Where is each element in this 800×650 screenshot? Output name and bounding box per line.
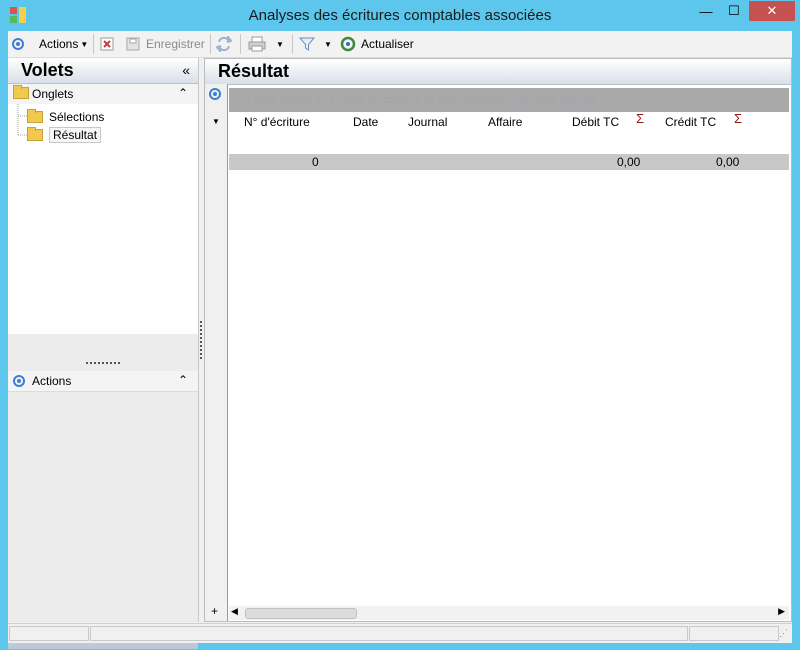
print-dropdown-icon[interactable]: ▼: [276, 35, 284, 53]
column-header-entry-number[interactable]: N° d'écriture: [244, 115, 310, 133]
column-header-debit[interactable]: Débit TC: [572, 115, 619, 133]
print-icon[interactable]: [248, 35, 266, 53]
tree-item-result[interactable]: Résultat: [27, 127, 102, 143]
tabs-section-header[interactable]: Onglets ⌃: [8, 84, 198, 105]
status-cell: [689, 626, 779, 641]
status-bar: ⋰: [8, 623, 792, 643]
panes-header: Volets «: [8, 58, 198, 84]
scroll-right-icon[interactable]: ▶: [778, 606, 785, 617]
chevron-down-icon: ▼: [80, 39, 89, 49]
column-header-date[interactable]: Date: [353, 115, 378, 133]
pane-splitter[interactable]: [86, 362, 120, 364]
status-cell: [9, 626, 89, 641]
sigma-icon[interactable]: Σ: [734, 111, 742, 126]
main-menu-icon[interactable]: [12, 35, 24, 53]
cell-credit: 0,00: [716, 155, 740, 169]
folder-icon: [27, 109, 43, 123]
result-panel: Résultat ▼ + Faites glisser un en-tête d…: [204, 58, 792, 622]
group-by-area[interactable]: Faites glisser un en-tête de colonne ici…: [229, 88, 789, 112]
table-row[interactable]: 0 0,00 0,00: [229, 154, 789, 170]
tabs-section-label: Onglets: [32, 87, 74, 101]
save-label: Enregistrer: [146, 37, 205, 51]
maximize-button[interactable]: ☐: [721, 1, 747, 21]
tabs-tree: Sélections Résultat: [8, 104, 198, 334]
resize-grip-icon[interactable]: ⋰: [779, 628, 788, 639]
minimize-button[interactable]: —: [693, 1, 719, 21]
actions-section-header[interactable]: Actions ⌃: [8, 371, 198, 392]
panes-title: Volets: [21, 60, 74, 80]
title-bar[interactable]: Analyses des écritures comptables associ…: [0, 0, 800, 31]
collapse-section-icon[interactable]: ⌃: [178, 86, 188, 100]
result-header: Résultat: [205, 59, 791, 85]
save-button[interactable]: Enregistrer: [126, 35, 205, 53]
column-header-journal[interactable]: Journal: [408, 115, 447, 133]
filter-icon[interactable]: [299, 35, 315, 53]
sigma-icon[interactable]: Σ: [636, 111, 644, 126]
status-cell: [90, 626, 688, 641]
window-title: Analyses des écritures comptables associ…: [248, 7, 552, 24]
client-area: Actions ▼ Enregistrer ▼ ▼ Actualiser Vol…: [8, 31, 792, 649]
actions-section-label: Actions: [32, 374, 72, 388]
tree-item-label: Résultat: [49, 127, 102, 143]
scrollbar-thumb[interactable]: [245, 608, 357, 619]
add-row-icon[interactable]: +: [211, 604, 218, 618]
cell-debit: 0,00: [617, 155, 641, 169]
sync-icon[interactable]: [216, 35, 232, 53]
column-header-credit[interactable]: Crédit TC: [665, 115, 716, 133]
panes-panel: Volets « Onglets ⌃ Sélections Résultat A…: [8, 58, 199, 649]
refresh-button[interactable]: Actualiser: [340, 35, 414, 53]
horizontal-scrollbar[interactable]: ◀ ▶: [229, 606, 789, 620]
tree-item-label: Sélections: [49, 110, 105, 124]
result-title: Résultat: [218, 61, 290, 81]
scroll-left-icon[interactable]: ◀: [231, 606, 238, 617]
collapse-section-icon[interactable]: ⌃: [178, 373, 188, 387]
toolbar: Actions ▼ Enregistrer ▼ ▼ Actualiser: [8, 31, 792, 58]
column-header-affaire[interactable]: Affaire: [488, 115, 522, 133]
group-by-hint: Faites glisser un en-tête de colonne ici…: [247, 94, 598, 106]
application-window: Analyses des écritures comptables associ…: [0, 0, 800, 650]
cell-entry-number: 0: [312, 155, 319, 169]
actions-menu-label: Actions: [39, 37, 79, 51]
delete-icon[interactable]: [100, 35, 114, 53]
tree-item-selections[interactable]: Sélections: [27, 109, 104, 125]
actions-menu-button[interactable]: Actions ▼: [39, 35, 88, 53]
filter-dropdown-icon[interactable]: ▼: [324, 35, 332, 53]
column-chooser-icon[interactable]: ▼: [212, 117, 220, 126]
close-button[interactable]: ✕: [749, 1, 795, 21]
grid-row-gutter: ▼ +: [205, 84, 228, 621]
actions-icon: [13, 375, 25, 390]
refresh-label: Actualiser: [361, 37, 414, 51]
open-folder-icon: [27, 127, 43, 141]
vertical-splitter[interactable]: [200, 321, 202, 359]
grid-options-icon[interactable]: [209, 88, 221, 103]
collapse-panel-icon[interactable]: «: [182, 62, 190, 78]
